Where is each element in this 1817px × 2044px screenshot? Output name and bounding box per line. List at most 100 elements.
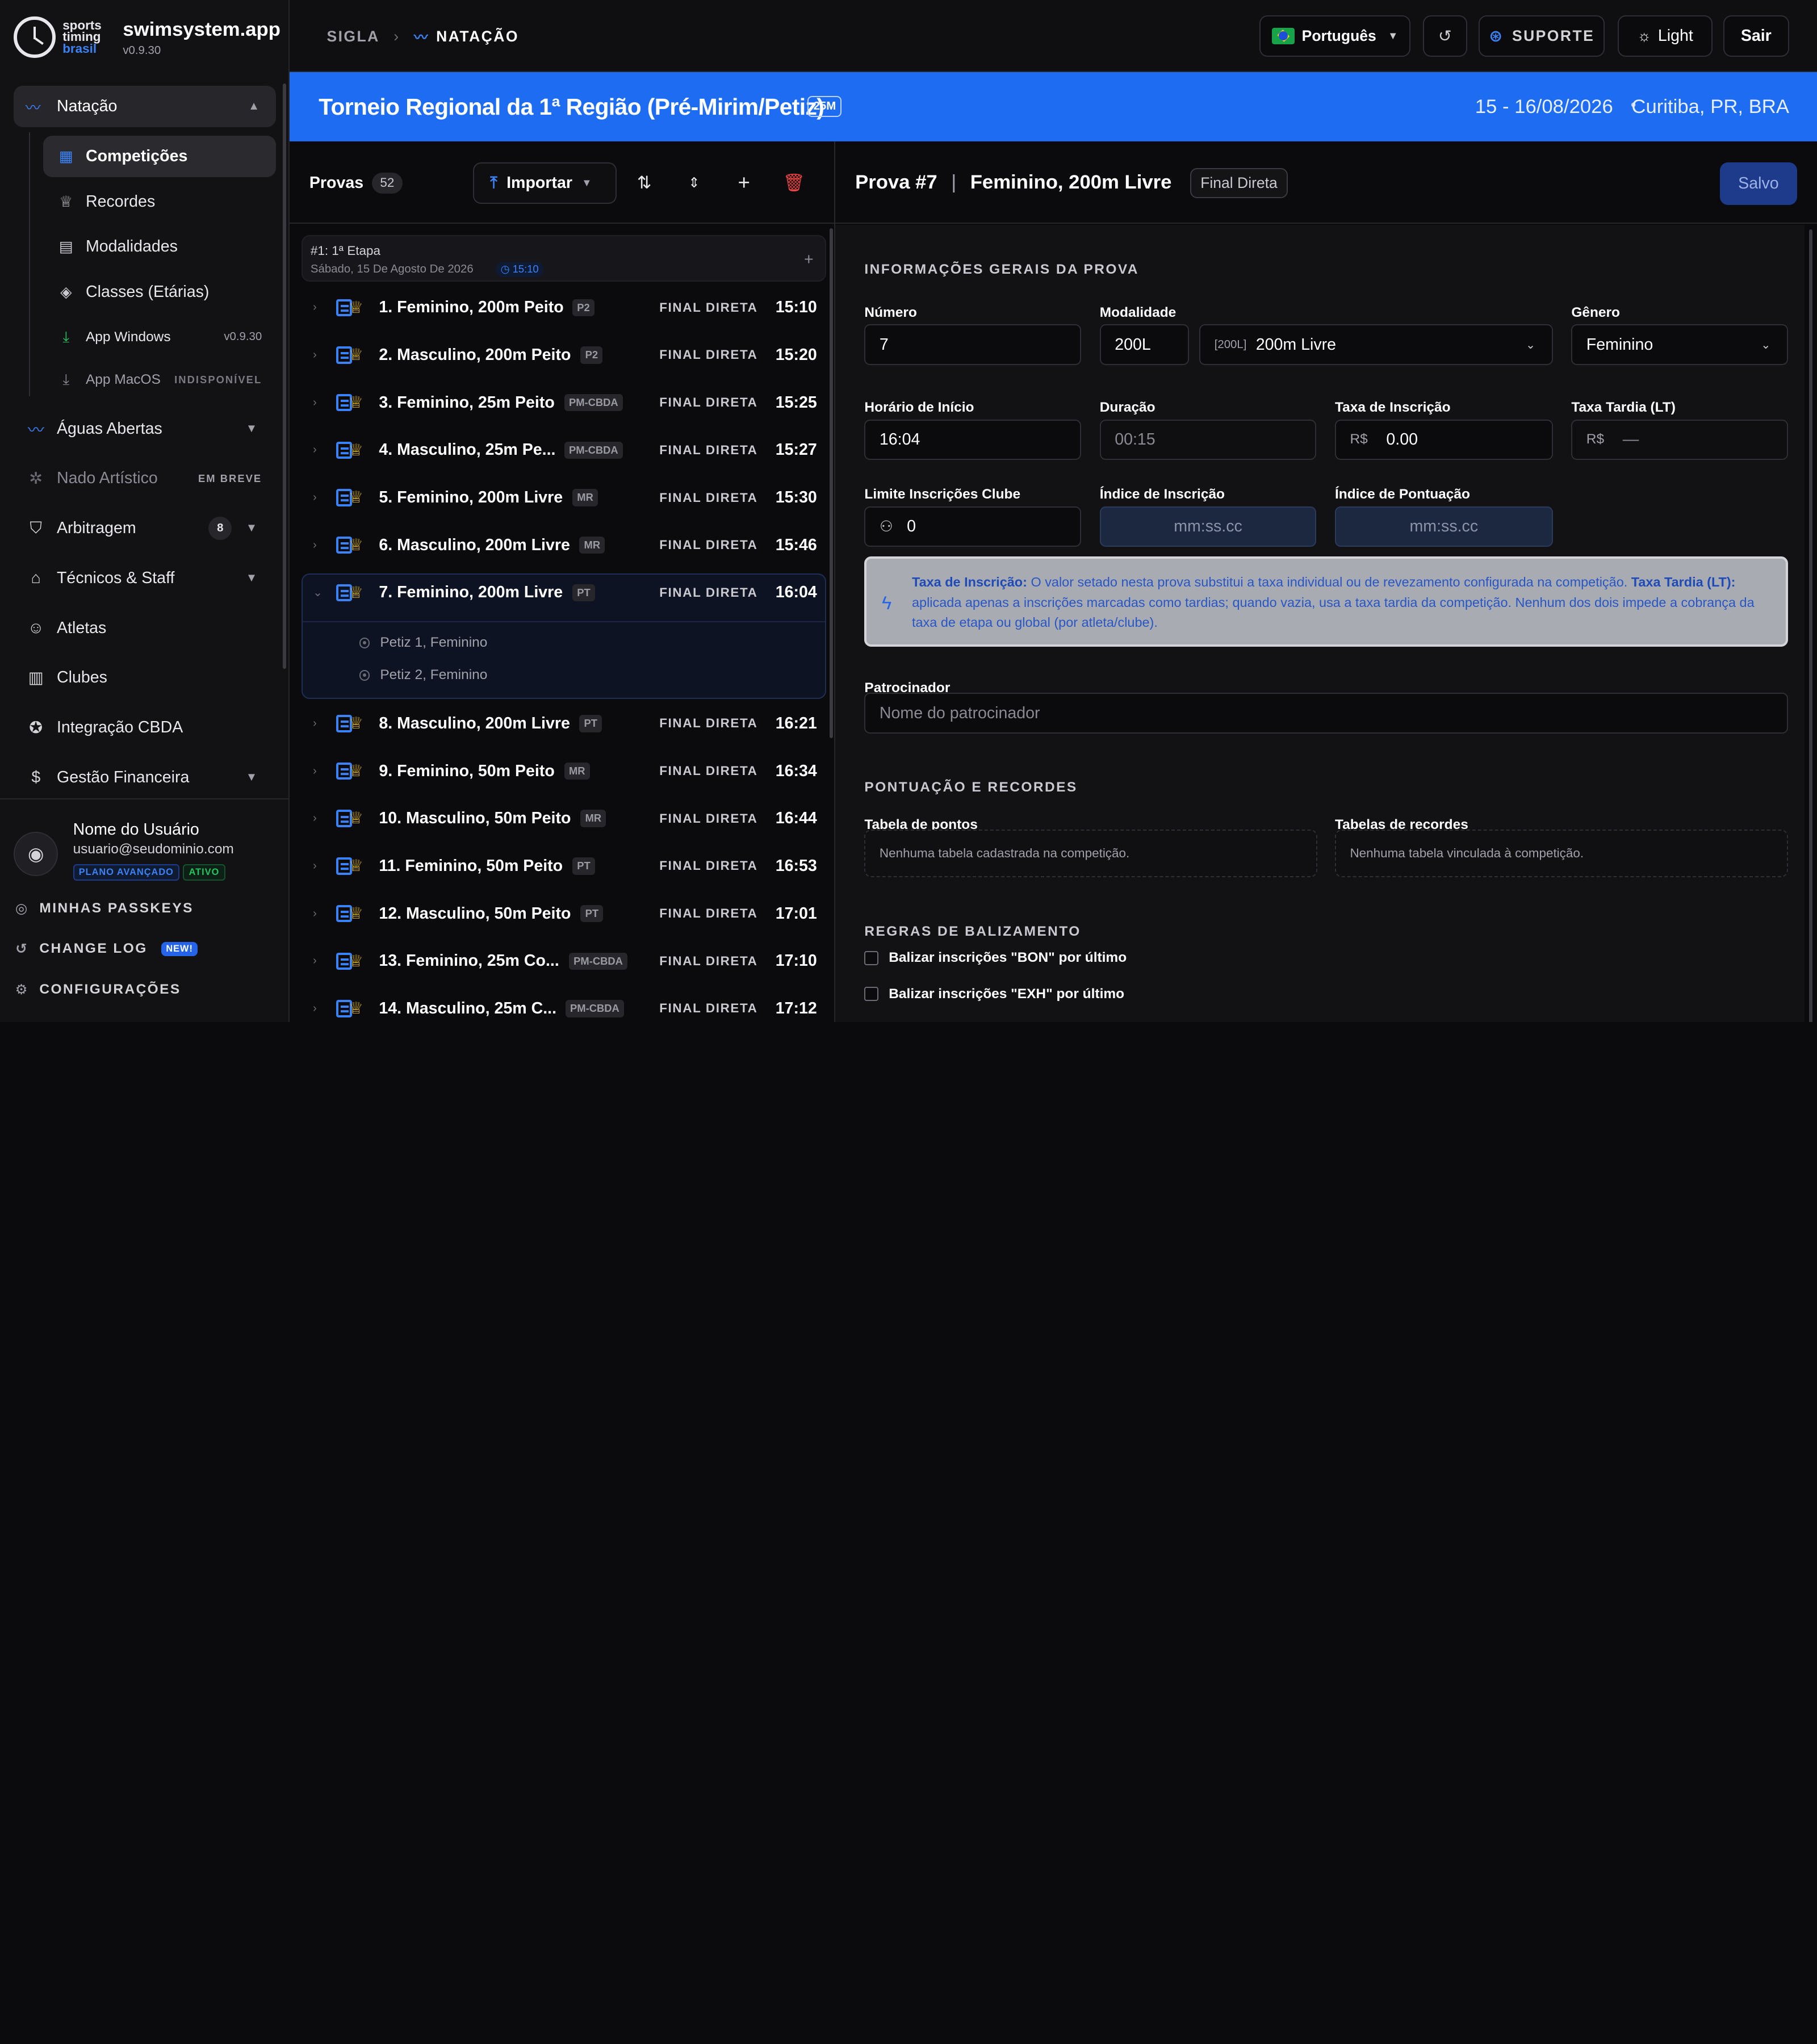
sun-icon: ☼ <box>1637 27 1651 44</box>
sidebar-scrollbar[interactable] <box>283 83 287 669</box>
chevron-right-icon[interactable]: › <box>313 954 317 967</box>
chevron-down-icon[interactable]: ⌄ <box>313 585 323 600</box>
sidebar-item-tecnicos-staff[interactable]: ⌂ Técnicos & Staff ▼ <box>14 558 275 599</box>
passkeys-label: MINHAS PASSKEYS <box>39 900 194 916</box>
checkbox[interactable] <box>864 987 878 1001</box>
event-row[interactable]: ⌄ ♕ 7. Feminino, 200m Livre PT FINAL DIRETA 1… <box>302 569 826 617</box>
sidebar-item-nado-artistico: ✲ Nado Artístico EM BREVE <box>14 458 275 499</box>
sponsor-input[interactable]: Nome do patrocinador <box>864 693 1788 734</box>
chevron-down-icon: ▼ <box>245 422 258 435</box>
sidebar-item-aguas-abertas[interactable]: 〰 Águas Abertas ▼ <box>14 408 275 449</box>
sidebar-item-integracao-cbda[interactable]: ✪ Integração CBDA <box>14 707 275 748</box>
event-row[interactable]: › ♕ 2. Masculino, 200m Peito P2 FINAL DIRETA… <box>302 332 826 379</box>
import-button[interactable]: ⤒ Importar ▼ <box>472 162 617 204</box>
event-row[interactable]: › ♕ 1. Feminino, 200m Peito P2 FINAL DIRETA 1… <box>302 284 826 332</box>
chevron-right-icon[interactable]: › <box>313 491 317 504</box>
sidebar-item-arbitragem[interactable]: ⛉ Arbitragem 8 ▼ <box>14 508 275 549</box>
event-row[interactable]: › ♕ 8. Masculino, 200m Livre PT FINAL DIRETA… <box>302 700 826 748</box>
sidebar-item-recordes[interactable]: ♕ Recordes <box>43 181 276 222</box>
genero-select[interactable]: Feminino ⌄ <box>1571 324 1788 365</box>
chevron-right-icon[interactable]: › <box>313 396 317 409</box>
event-row[interactable]: › ♕ 6. Masculino, 200m Livre MR FINAL DIRETA… <box>302 521 826 569</box>
sidebar-nav: 〰 Natação ▲ ▦ Competições ♕ Recordes ▤ M… <box>0 77 290 797</box>
save-button[interactable]: Salvo <box>1719 162 1798 206</box>
chevron-right-icon[interactable]: › <box>313 907 317 920</box>
chevron-right-icon[interactable]: › <box>313 812 317 825</box>
sidebar-item-clubes[interactable]: ▥ Clubes <box>14 657 275 698</box>
event-row[interactable]: › ♕ 5. Feminino, 200m Livre MR FINAL DIRETA 1… <box>302 474 826 522</box>
detail-form: INFORMAÇÕES GERAIS DA PROVA Número 7 Mod… <box>835 224 1805 1022</box>
modalidade-select[interactable]: [200L] 200m Livre ⌄ <box>1199 324 1553 365</box>
detail-scrollbar[interactable] <box>1804 224 1817 1022</box>
points-table-empty[interactable]: Nenhuma tabela cadastrada na competição. <box>864 830 1318 877</box>
sidebar-item-app-windows[interactable]: ⤓ App Windows v0.9.30 <box>43 316 276 358</box>
sidebar-item-competicoes[interactable]: ▦ Competições <box>43 135 276 178</box>
history-button[interactable]: ↺ <box>1423 15 1467 57</box>
chevron-right-icon[interactable]: › <box>313 1002 317 1015</box>
passkeys-link[interactable]: ◎ MINHAS PASSKEYS <box>14 894 275 922</box>
seeding-rule-exh[interactable]: Balizar inscrições "EXH" por último <box>864 986 1124 1002</box>
logout-button[interactable]: Sair <box>1723 15 1789 57</box>
indice-pontuacao-label: Índice de Pontuação <box>1334 487 1470 502</box>
sidebar-item-gestao-financeira[interactable]: $ Gestão Financeira ▼ <box>14 757 275 797</box>
records-table-empty[interactable]: Nenhuma tabela vinculada à competição. <box>1334 830 1788 877</box>
sidebar-item-atletas[interactable]: ☺ Atletas <box>14 607 275 648</box>
support-button[interactable]: ⊛ SUPORTE <box>1479 15 1605 57</box>
taxa-tardia-input[interactable]: R$ — <box>1571 419 1788 460</box>
modalidade-code-input[interactable]: 200L <box>1099 324 1189 365</box>
event-row[interactable]: › ♕ 14. Masculino, 25m C... PM-CBDA FINAL DI… <box>302 985 826 1022</box>
settings-link[interactable]: ⚙ CONFIGURAÇÕES <box>14 975 275 1003</box>
event-tag: P2 <box>580 346 603 364</box>
checkbox[interactable] <box>864 951 878 965</box>
horario-input[interactable]: 16:04 <box>864 419 1082 460</box>
event-row[interactable]: › ♕ 3. Feminino, 25m Peito PM-CBDA FINAL DIR… <box>302 379 826 426</box>
chevron-right-icon[interactable]: › <box>313 717 317 730</box>
changelog-link[interactable]: ↺ CHANGE LOG NEW! <box>14 935 275 963</box>
sidebar-item-natacao[interactable]: 〰 Natação ▲ <box>14 86 276 128</box>
chevron-right-icon[interactable]: › <box>313 765 317 778</box>
event-name: 8. Masculino, 200m Livre <box>379 714 570 732</box>
breadcrumb-item[interactable]: NATAÇÃO <box>436 28 519 45</box>
sidebar-item-label: Gestão Financeira <box>56 768 190 786</box>
expand-collapse-icon[interactable]: ⇕ <box>683 171 706 195</box>
taxa-input[interactable]: R$ 0.00 <box>1334 419 1553 460</box>
event-kind: FINAL DIRETA <box>659 764 758 778</box>
taxa-label: Taxa de Inscrição <box>1334 400 1451 416</box>
indice-inscricao-input[interactable]: mm:ss.cc <box>1099 506 1317 547</box>
add-icon[interactable]: + <box>732 171 756 195</box>
brand-logo[interactable]: sports timing brasil <box>14 14 102 60</box>
event-row[interactable]: › ♕ 11. Feminino, 50m Peito PT FINAL DIRETA 1… <box>302 843 826 890</box>
user-card[interactable]: ◉ Nome do Usuário usuario@seudominio.com… <box>0 798 290 894</box>
chevron-right-icon[interactable]: › <box>313 301 317 314</box>
chevron-right-icon[interactable]: › <box>313 860 317 873</box>
layers-icon: ◈ <box>60 283 72 300</box>
limite-input[interactable]: ⚇ 0 <box>864 506 1082 547</box>
event-trophy-icon: ♕ <box>336 440 364 460</box>
chevron-up-icon: ▲ <box>248 100 260 113</box>
theme-toggle[interactable]: ☼ Light <box>1617 15 1713 57</box>
chevron-right-icon[interactable]: › <box>313 539 317 552</box>
seeding-rule-bon[interactable]: Balizar inscrições "BON" por último <box>864 950 1127 966</box>
event-row[interactable]: › ♕ 12. Masculino, 50m Peito PT FINAL DIRETA… <box>302 890 826 937</box>
event-row[interactable]: › ♕ 9. Feminino, 50m Peito MR FINAL DIRETA 16… <box>302 747 826 795</box>
trash-icon[interactable]: 🗑 <box>782 171 806 195</box>
app-version: v0.9.30 <box>123 44 161 57</box>
event-row[interactable]: › ♕ 10. Masculino, 50m Peito MR FINAL DIRETA… <box>302 795 826 843</box>
sidebar-item-modalidades[interactable]: ▤ Modalidades <box>43 226 276 267</box>
events-scrollbar[interactable] <box>830 228 834 738</box>
duracao-input[interactable]: 00:15 <box>1099 419 1317 460</box>
swimmer-icon: 〰 <box>414 30 429 45</box>
event-row[interactable]: › ♕ 4. Masculino, 25m Pe... PM-CBDA FINAL DI… <box>302 426 826 474</box>
add-icon[interactable]: + <box>804 250 814 269</box>
numero-input[interactable]: 7 <box>864 324 1082 365</box>
breadcrumb-item[interactable]: SIGLA <box>326 28 379 45</box>
event-trophy-icon: ♕ <box>336 856 364 876</box>
stage-header[interactable]: #1: 1ª Etapa Sábado, 15 De Agosto De 202… <box>301 235 827 282</box>
sidebar-item-classes[interactable]: ◈ Classes (Etárias) <box>43 271 276 313</box>
indice-pontuacao-input[interactable]: mm:ss.cc <box>1334 506 1553 547</box>
sort-icon[interactable]: ⇅ <box>633 171 656 195</box>
event-row[interactable]: › ♕ 13. Feminino, 25m Co... PM-CBDA FINAL DI… <box>302 937 826 985</box>
language-select[interactable]: Português ▼ <box>1259 15 1410 57</box>
chevron-right-icon[interactable]: › <box>313 443 317 456</box>
chevron-right-icon[interactable]: › <box>313 349 317 362</box>
